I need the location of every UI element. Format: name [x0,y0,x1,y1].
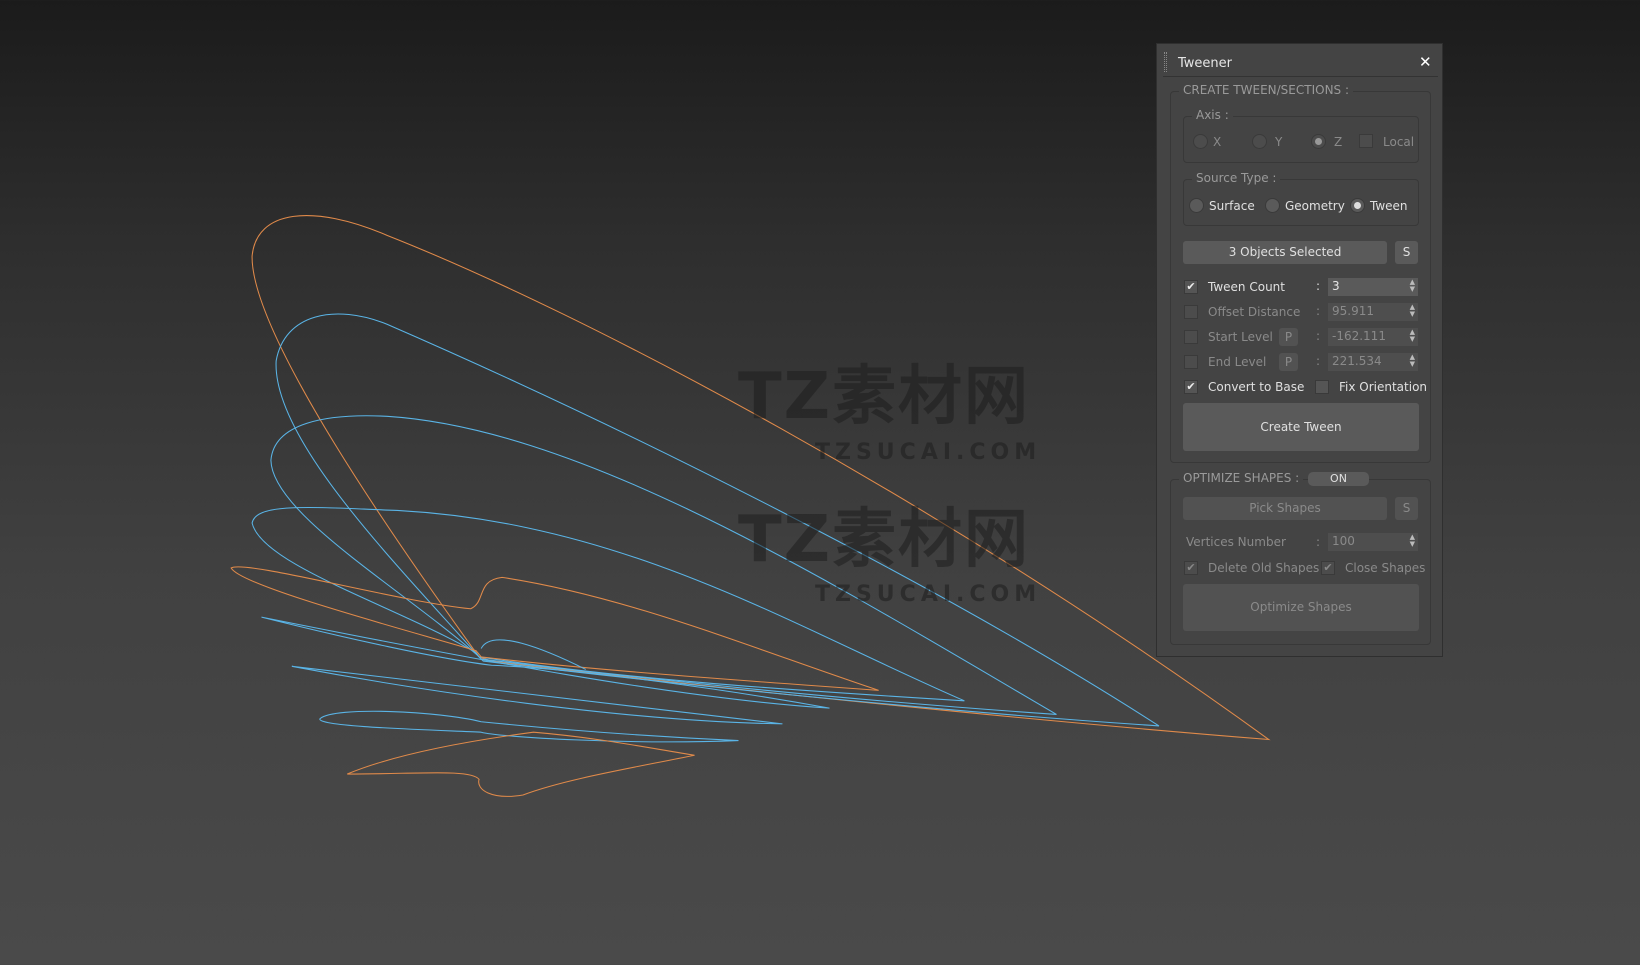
offset-distance-value: 95.911 [1332,304,1374,318]
start-level-label: Start Level [1208,330,1273,344]
source-surface-radio[interactable] [1189,198,1204,213]
watermark-logo: TZ素材网 [738,360,1031,434]
source-tween-label: Tween [1370,199,1408,213]
blue-curve-6 [319,710,739,743]
delete-old-shapes-checkbox[interactable]: ✔ [1184,561,1198,575]
offset-distance-spinner[interactable]: 95.911 ▲ ▼ [1328,303,1418,321]
colon: : [1316,535,1321,549]
colon: : [1316,304,1321,318]
offset-distance-checkbox[interactable] [1184,305,1198,319]
colon: : [1316,329,1321,343]
watermark-logo-2: TZ素材网 [738,503,1031,577]
source-type-label: Source Type : [1192,171,1281,185]
local-checkbox[interactable] [1359,134,1373,148]
end-level-value: 221.534 [1332,354,1382,368]
source-geometry-radio[interactable] [1265,198,1280,213]
end-level-label: End Level [1208,355,1267,369]
axis-x-radio[interactable] [1193,134,1208,149]
create-group-label: CREATE TWEEN/SECTIONS : [1179,83,1354,97]
blue-curve-5 [291,665,783,725]
axis-y-label: Y [1275,135,1283,149]
orange-curve-outer [251,215,1271,741]
local-label: Local [1383,135,1415,149]
spinner-arrows-icon[interactable]: ▲ ▼ [1410,354,1415,368]
spinner-arrows-icon[interactable]: ▲ ▼ [1410,329,1415,343]
optimize-shapes-button[interactable]: Optimize Shapes [1183,584,1419,631]
delete-old-shapes-label: Delete Old Shapes [1208,561,1320,575]
pick-s-button[interactable]: S [1395,497,1418,520]
optimize-toggle[interactable]: ON [1308,472,1369,486]
axis-label: Axis : [1192,108,1233,122]
offset-distance-label: Offset Distance [1208,305,1301,319]
vertices-number-spinner[interactable]: 100 ▲ ▼ [1328,533,1418,551]
watermark-sub-2: TZSUCAI.COM [815,582,1042,607]
end-level-pick-button[interactable]: P [1279,353,1298,371]
spinner-arrows-icon[interactable]: ▲ ▼ [1410,279,1415,293]
start-level-pick-button[interactable]: P [1279,328,1298,346]
optimize-group-label: OPTIMIZE SHAPES : [1179,471,1304,485]
tween-count-spinner[interactable]: 3 ▲ ▼ [1328,278,1418,296]
select-s-button[interactable]: S [1395,241,1418,264]
pick-shapes-button[interactable]: Pick Shapes [1183,497,1387,520]
blue-curve-4 [261,616,830,709]
tween-count-checkbox[interactable]: ✔ [1184,280,1198,294]
axis-y-radio[interactable] [1252,134,1267,149]
convert-to-base-label: Convert to Base [1208,380,1305,394]
tween-count-value: 3 [1332,279,1340,293]
source-surface-label: Surface [1209,199,1255,213]
axis-z-radio[interactable] [1311,134,1326,149]
close-icon[interactable]: ✕ [1419,53,1432,71]
start-level-value: -162.111 [1332,329,1386,343]
close-shapes-checkbox[interactable]: ✔ [1321,561,1335,575]
source-geometry-label: Geometry [1285,199,1345,213]
spinner-arrows-icon[interactable]: ▲ ▼ [1410,304,1415,318]
start-level-spinner[interactable]: -162.111 ▲ ▼ [1328,328,1418,346]
tweener-panel: Tweener ✕ CREATE TWEEN/SECTIONS : Axis :… [1156,43,1443,657]
create-tween-button[interactable]: Create Tween [1183,403,1419,451]
orange-curve-2 [230,566,879,691]
divider [1163,76,1438,77]
convert-to-base-checkbox[interactable]: ✔ [1184,380,1198,394]
fix-orientation-label: Fix Orientation [1339,380,1428,394]
tween-count-label: Tween Count [1208,280,1285,294]
axis-z-label: Z [1334,135,1343,149]
close-shapes-label: Close Shapes [1345,561,1425,575]
panel-title: Tweener [1178,56,1232,71]
watermark-sub: TZSUCAI.COM [815,440,1042,465]
fix-orientation-checkbox[interactable] [1315,380,1329,394]
end-level-spinner[interactable]: 221.534 ▲ ▼ [1328,353,1418,371]
spinner-arrows-icon[interactable]: ▲ ▼ [1410,534,1415,548]
vertices-number-value: 100 [1332,534,1355,548]
axis-x-label: X [1213,135,1222,149]
vertices-number-label: Vertices Number [1186,535,1286,549]
drag-grip[interactable] [1164,52,1167,72]
objects-selected-button[interactable]: 3 Objects Selected [1183,241,1387,264]
colon: : [1316,279,1321,293]
source-tween-radio[interactable] [1350,198,1365,213]
start-level-checkbox[interactable] [1184,330,1198,344]
end-level-checkbox[interactable] [1184,355,1198,369]
colon: : [1316,354,1321,368]
